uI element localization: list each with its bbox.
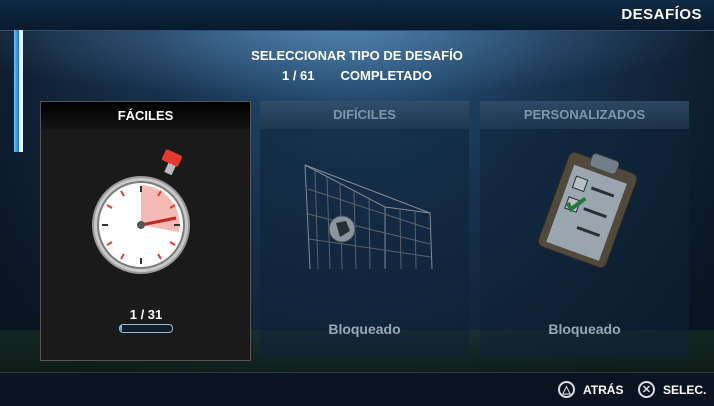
select-hint[interactable]: ✕ SELEC.	[638, 381, 706, 398]
card-progress-fill	[120, 325, 122, 332]
stopwatch-icon	[92, 149, 190, 274]
header-subtitle: SELECCIONAR TIPO DE DESAFÍO	[251, 48, 463, 63]
card-dificiles[interactable]: DIFÍCILES Bloqueado	[260, 101, 469, 359]
clipboard-checklist-icon	[537, 151, 638, 269]
cross-icon: ✕	[638, 381, 655, 398]
footer: △ ATRÁS ✕ SELEC.	[0, 372, 714, 406]
overall-progress: 1 / 61 COMPLETADO	[0, 66, 714, 86]
card-faciles[interactable]: FÁCILES 1 / 31	[40, 101, 251, 361]
header: SELECCIONAR TIPO DE DESAFÍO 1 / 61 COMPL…	[0, 46, 714, 86]
card-title: FÁCILES	[41, 102, 250, 130]
back-label: ATRÁS	[583, 382, 624, 397]
card-progress: 1 / 31	[119, 307, 173, 333]
select-label: SELEC.	[663, 382, 707, 397]
card-progress-count: 1 / 31	[129, 307, 163, 322]
top-bar: DESAFÍOS	[0, 0, 714, 31]
card-personalizados[interactable]: PERSONALIZADOS Bloqueado	[480, 101, 689, 359]
card-status: Bloqueado	[548, 321, 621, 337]
back-hint[interactable]: △ ATRÁS	[558, 381, 623, 398]
card-title: DIFÍCILES	[260, 101, 469, 129]
triangle-icon: △	[558, 381, 575, 398]
overall-progress-label: COMPLETADO	[340, 68, 432, 83]
card-status: Bloqueado	[328, 321, 401, 337]
overall-progress-count: 1 / 61	[281, 68, 315, 83]
screen-title: DESAFÍOS	[621, 6, 702, 23]
card-title: PERSONALIZADOS	[480, 101, 689, 129]
goal-net-icon	[304, 164, 433, 270]
card-progress-bar	[119, 324, 173, 333]
